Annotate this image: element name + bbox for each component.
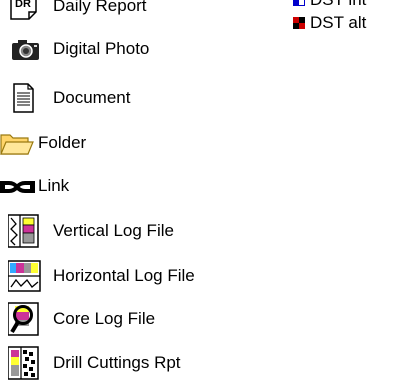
list-item-label: Core Log File [53, 309, 156, 328]
svg-text:DR: DR [15, 0, 31, 10]
document-icon [0, 82, 44, 114]
list-item-drill-cuttings-rpt[interactable]: Drill Cuttings Rpt [0, 343, 181, 383]
list-item-label: Digital Photo [53, 39, 150, 58]
legend-label: DST int [310, 0, 366, 10]
core-log-icon [0, 302, 44, 336]
legend-item-dst-int: DST int [293, 0, 366, 9]
list-item-label: Drill Cuttings Rpt [53, 353, 181, 372]
list-item-label: Folder [38, 133, 87, 152]
list-item-horizontal-log-file[interactable]: Horizontal Log File [0, 256, 195, 296]
dst-int-swatch-icon [293, 0, 305, 6]
horizontal-log-icon [0, 260, 44, 292]
vertical-log-icon [0, 214, 44, 248]
drill-cuttings-icon [0, 346, 44, 380]
list-item-document[interactable]: Document [0, 78, 130, 118]
list-item-folder[interactable]: Folder [0, 123, 86, 163]
folder-icon [0, 127, 36, 159]
list-item-digital-photo[interactable]: Digital Photo [0, 29, 149, 69]
list-item-label: Vertical Log File [53, 221, 174, 240]
list-item-core-log-file[interactable]: Core Log File [0, 299, 155, 339]
list-item-daily-report[interactable]: DR Daily Report [0, 0, 147, 26]
list-item-link[interactable]: Link [0, 166, 69, 206]
camera-icon [0, 33, 44, 65]
list-item-label: Link [38, 176, 70, 195]
link-icon [0, 170, 36, 202]
list-item-label: Document [53, 88, 131, 107]
daily-report-icon: DR [0, 0, 44, 22]
list-item-label: Horizontal Log File [53, 266, 195, 285]
dst-alt-swatch-icon [293, 17, 305, 29]
legend-item-dst-alt: DST alt [293, 13, 367, 32]
list-item-label: Daily Report [53, 0, 147, 15]
list-item-vertical-log-file[interactable]: Vertical Log File [0, 211, 174, 251]
legend-label: DST alt [310, 13, 367, 32]
